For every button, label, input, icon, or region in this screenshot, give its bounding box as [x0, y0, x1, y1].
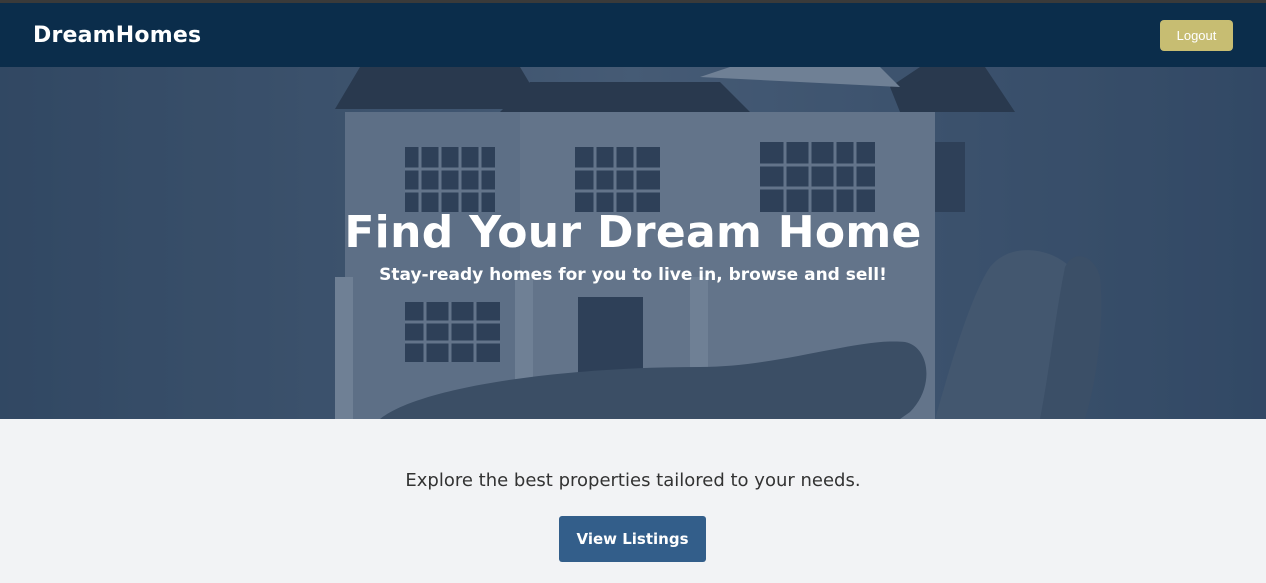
view-listings-button[interactable]: View Listings [559, 516, 706, 562]
navbar: DreamHomes Logout [0, 3, 1266, 67]
brand-logo[interactable]: DreamHomes [33, 23, 201, 48]
hero-banner: Find Your Dream Home Stay-ready homes fo… [0, 67, 1266, 419]
hero-subtitle: Stay-ready homes for you to live in, bro… [379, 265, 887, 285]
logout-button[interactable]: Logout [1160, 20, 1233, 51]
tagline-text: Explore the best properties tailored to … [405, 470, 861, 491]
hero-title: Find Your Dream Home [344, 207, 922, 258]
